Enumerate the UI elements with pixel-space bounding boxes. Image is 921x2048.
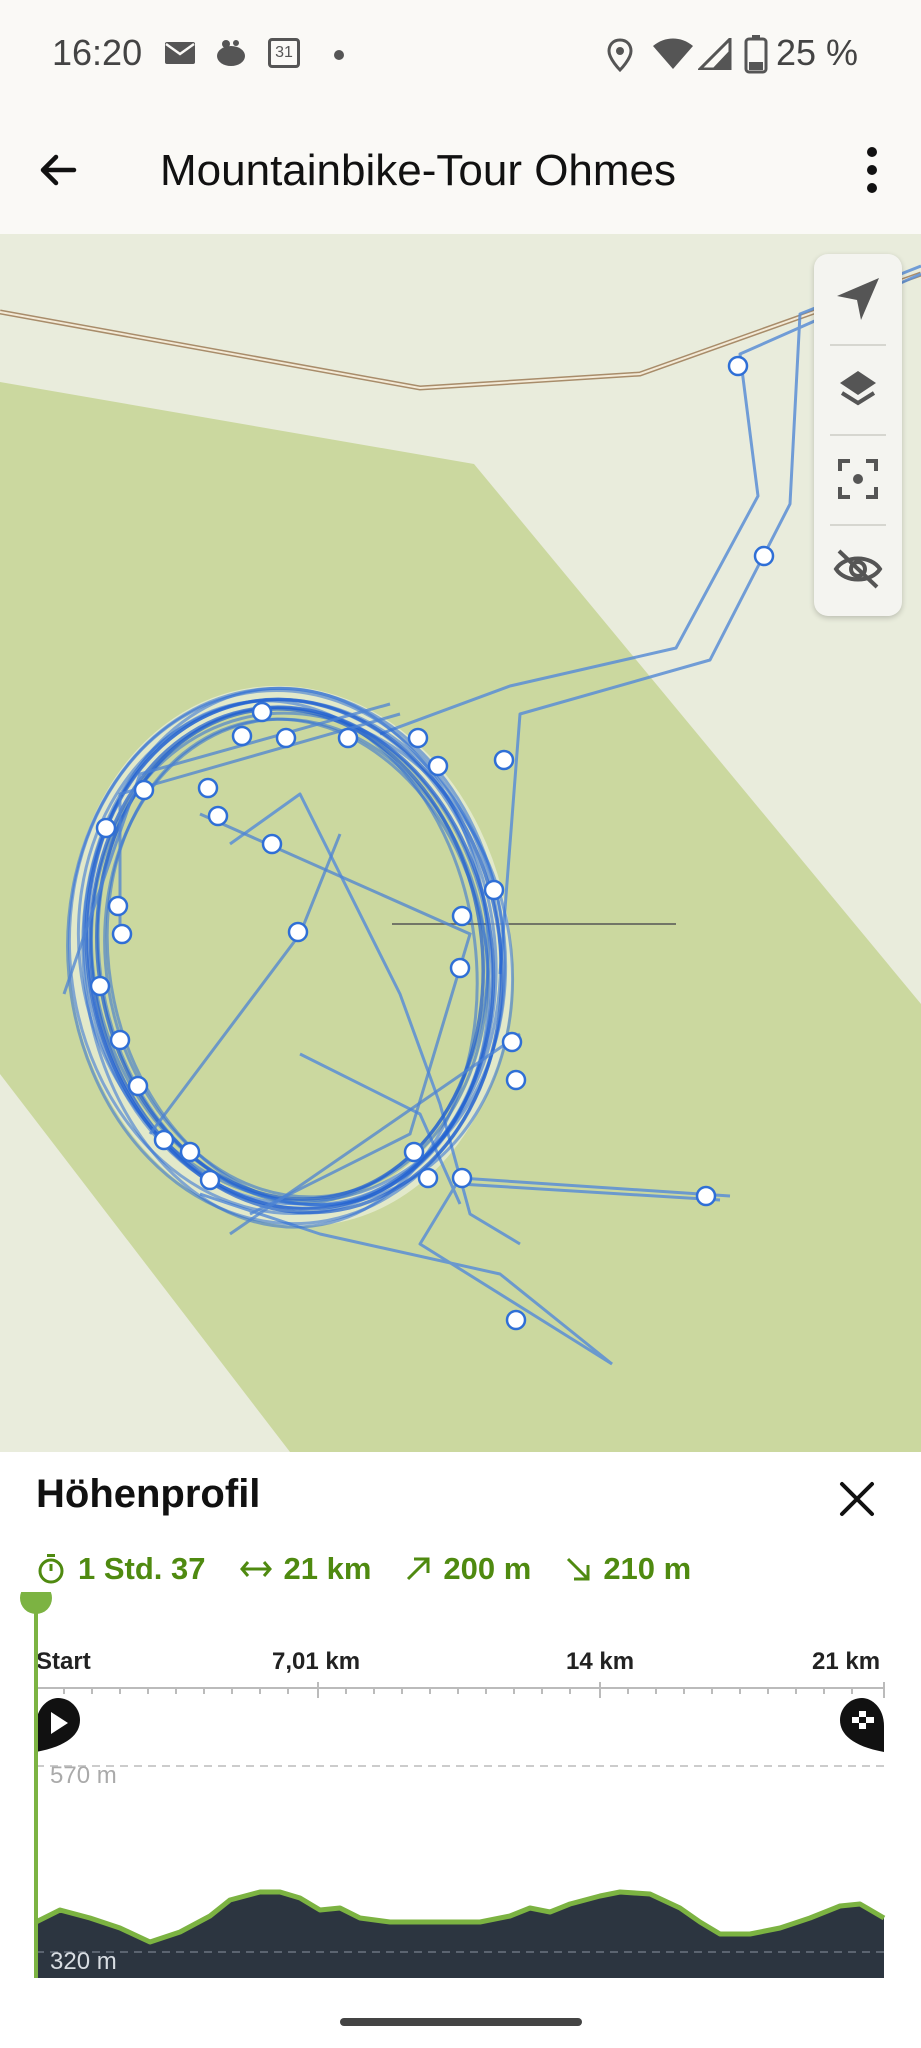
descent-value: 210 m	[603, 1551, 692, 1586]
tour-stats: 1 Std. 37 21 km 200 m 210 m	[36, 1544, 725, 1594]
app-bar: Mountainbike-Tour Ohmes	[0, 110, 921, 234]
location-icon	[607, 38, 633, 72]
road	[0, 271, 921, 391]
stopwatch-icon	[38, 1554, 64, 1584]
page-title: Mountainbike-Tour Ohmes	[160, 146, 677, 195]
app-icon	[217, 40, 245, 66]
position-handle	[20, 1592, 52, 1614]
battery-percentage: 25 %	[776, 32, 859, 73]
ascent-stat: 200 m	[405, 1551, 531, 1587]
navigate-button[interactable]	[814, 254, 902, 344]
back-button[interactable]	[34, 140, 94, 200]
locate-button[interactable]	[814, 434, 902, 524]
map-canvas	[0, 264, 921, 1452]
descent-stat: 210 m	[565, 1551, 691, 1587]
gmail-icon	[165, 42, 195, 64]
start-marker	[36, 1698, 80, 1752]
elevation-profile[interactable]	[0, 1592, 921, 2012]
elevation-sheet: Höhenprofil 1 Std. 37 21 km 200 m 210 m …	[0, 1452, 921, 2048]
layers-button[interactable]	[814, 344, 902, 434]
elevation-max-label: 570 m	[50, 1762, 117, 1789]
distance-value: 21 km	[283, 1551, 372, 1586]
arrow-up-right-icon	[407, 1557, 430, 1581]
status-time: 16:20	[52, 32, 143, 73]
layers-icon	[840, 371, 876, 406]
duration-value: 1 Std. 37	[78, 1551, 206, 1586]
hide-icon	[833, 549, 883, 589]
finish-marker	[840, 1698, 884, 1752]
wifi-icon	[653, 38, 693, 69]
distance-stat: 21 km	[239, 1551, 372, 1587]
calendar-icon: 31	[268, 38, 300, 68]
home-indicator[interactable]	[340, 2018, 582, 2026]
signal-icon	[698, 38, 732, 70]
elevation-min-label: 320 m	[50, 1948, 117, 1975]
battery-icon	[744, 35, 768, 74]
status-bar: 16:20 31 25 %	[0, 0, 921, 110]
locate-icon	[838, 459, 878, 499]
map-view[interactable]	[0, 234, 921, 1452]
arrow-down-right-icon	[567, 1557, 590, 1581]
duration-stat: 1 Std. 37	[36, 1551, 206, 1587]
navigate-icon	[837, 278, 879, 320]
close-button[interactable]	[832, 1474, 882, 1524]
ascent-value: 200 m	[443, 1551, 532, 1586]
distance-icon	[239, 1561, 272, 1577]
map-controls	[814, 254, 902, 616]
dot-icon	[334, 50, 344, 60]
more-options-button[interactable]	[852, 140, 892, 200]
sheet-title: Höhenprofil	[36, 1472, 261, 1516]
hide-track-button[interactable]	[814, 524, 902, 614]
